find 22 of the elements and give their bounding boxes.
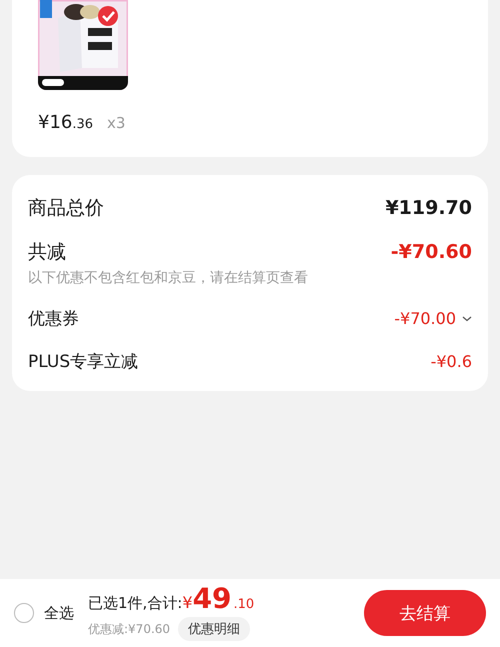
- discount-note: 以下优惠不包含红包和京豆，请在结算页查看: [28, 269, 309, 287]
- discount-amount: -¥0.6: [430, 352, 472, 371]
- price-decimal: .36: [72, 117, 94, 132]
- discount-label: 优惠券: [28, 308, 79, 330]
- selected-summary: 已选1件,合计:: [88, 594, 182, 613]
- select-all-radio[interactable]: [14, 603, 34, 623]
- discount-label: PLUS专享立减: [28, 351, 138, 373]
- amount-decimal: .10: [234, 597, 254, 612]
- currency-sign: ¥: [182, 593, 193, 612]
- discount-total: -¥70.60: [390, 241, 472, 263]
- discount-label: 共减: [28, 240, 66, 265]
- chevron-icon[interactable]: [462, 316, 472, 322]
- select-all-label[interactable]: 全选: [44, 604, 74, 622]
- product-price: ¥16: [38, 112, 72, 133]
- total-price: ¥119.70: [385, 197, 472, 219]
- total-amount: 49: [192, 585, 232, 613]
- total-label: 商品总价: [28, 196, 104, 221]
- discount-amount: -¥70.00: [394, 309, 456, 328]
- quantity: x3: [107, 114, 126, 132]
- discount-detail-button[interactable]: 优惠明细: [178, 617, 250, 641]
- saved-amount: 优惠减:¥70.60: [88, 620, 170, 638]
- checkout-button[interactable]: 去结算: [364, 590, 486, 636]
